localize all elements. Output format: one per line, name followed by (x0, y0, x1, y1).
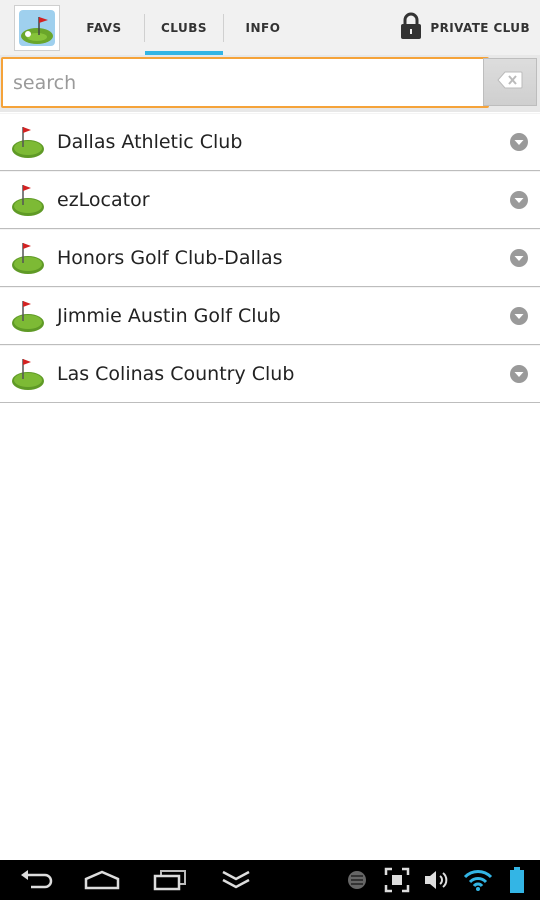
search-bar (0, 55, 540, 112)
club-name: Honors Golf Club-Dallas (57, 247, 283, 269)
club-name: Las Colinas Country Club (57, 363, 295, 385)
golf-flag-icon (10, 124, 46, 164)
tab-divider (223, 14, 224, 42)
list-item[interactable]: Honors Golf Club-Dallas (0, 229, 540, 287)
list-item[interactable]: ezLocator (0, 171, 540, 229)
system-nav-bar (0, 860, 540, 900)
golf-flag-icon (10, 356, 46, 396)
screenshot-icon[interactable] (382, 860, 412, 900)
wifi-icon (462, 860, 494, 900)
back-icon[interactable] (18, 860, 54, 900)
tab-info[interactable]: INFO (225, 0, 301, 55)
chevron-down-icon[interactable] (509, 190, 529, 214)
list-item[interactable]: Dallas Athletic Club (0, 113, 540, 171)
private-club-button[interactable]: PRIVATE CLUB (400, 0, 530, 55)
lock-icon (400, 12, 422, 43)
club-name: Jimmie Austin Golf Club (57, 305, 281, 327)
tab-clubs[interactable]: CLUBS (145, 0, 223, 55)
chevron-down-icon[interactable] (509, 306, 529, 330)
golf-flag-icon (10, 240, 46, 280)
clear-search-button[interactable] (483, 58, 537, 106)
golf-app-icon[interactable] (14, 5, 60, 51)
chevron-down-icon[interactable] (509, 364, 529, 388)
action-bar: FAVS CLUBS INFO PRIVATE CLUB (0, 0, 540, 56)
club-name: ezLocator (57, 189, 150, 211)
golf-flag-icon (10, 298, 46, 338)
usb-debug-icon (344, 860, 370, 900)
list-item[interactable]: Jimmie Austin Golf Club (0, 287, 540, 345)
tab-favs[interactable]: FAVS (70, 0, 138, 55)
volume-icon[interactable] (422, 860, 452, 900)
search-input[interactable] (1, 57, 489, 108)
private-club-label: PRIVATE CLUB (430, 20, 530, 35)
chevron-down-icon[interactable] (509, 248, 529, 272)
backspace-icon (497, 71, 523, 93)
recent-apps-icon[interactable] (150, 860, 190, 900)
chevron-down-icon[interactable] (509, 132, 529, 156)
club-list: Dallas Athletic Club ezLocator Honors Go… (0, 113, 540, 403)
golf-flag-icon (10, 182, 46, 222)
home-icon[interactable] (82, 860, 122, 900)
club-name: Dallas Athletic Club (57, 131, 243, 153)
list-item[interactable]: Las Colinas Country Club (0, 345, 540, 403)
menu-icon[interactable] (218, 860, 254, 900)
battery-icon (506, 860, 528, 900)
